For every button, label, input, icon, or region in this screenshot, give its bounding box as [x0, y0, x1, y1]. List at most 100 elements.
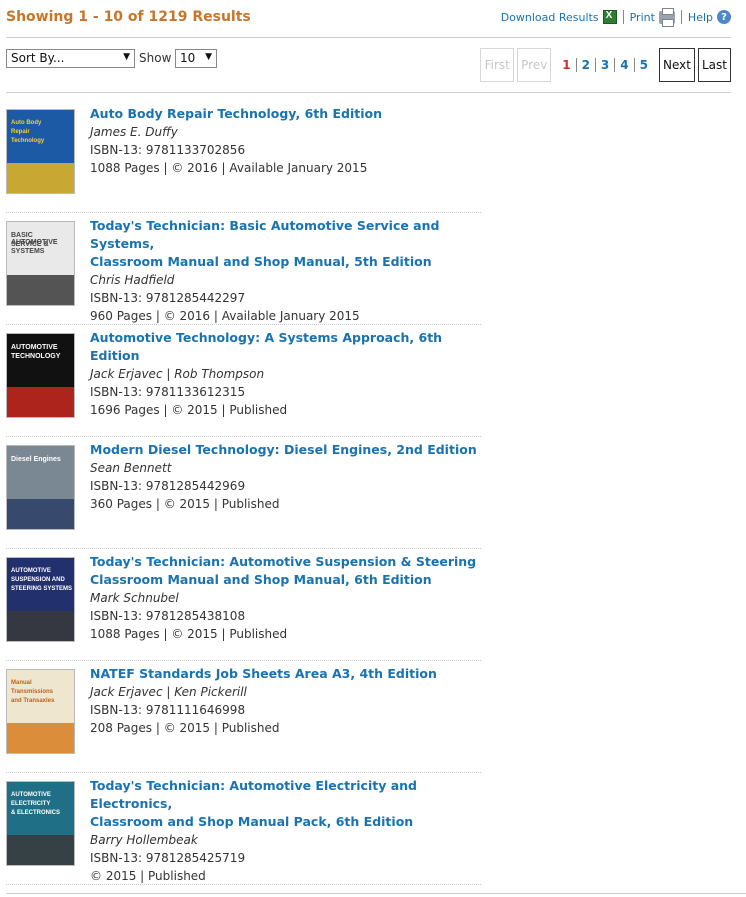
result-item: Manual Transmissions and Transaxles NATEF S… — [6, 661, 481, 773]
page-numbers: 1 2 3 4 5 — [557, 58, 653, 72]
book-title-link[interactable]: Today's Technician: Basic Automotive Ser… — [90, 217, 481, 271]
book-isbn: ISBN-13: 9781285442297 — [90, 291, 246, 305]
book-title-line: Modern Diesel Technology: Diesel Engines… — [90, 442, 477, 457]
book-title-link[interactable]: Automotive Technology: A Systems Approac… — [90, 329, 481, 365]
divider — [6, 893, 746, 894]
book-details: 360 Pages | © 2015 | Published — [90, 497, 280, 511]
book-isbn: ISBN-13: 9781111646998 — [90, 703, 246, 717]
cover-text: & ELECTRONICS — [11, 810, 61, 816]
book-title-line: Classroom and Shop Manual Pack, 6th Edit… — [90, 814, 414, 829]
book-title-line: Classroom Manual and Shop Manual, 6th Ed… — [90, 572, 432, 587]
chevron-down-icon: ▼ — [205, 52, 212, 62]
show-label: Show — [139, 51, 172, 65]
book-title-line: Auto Body Repair Technology, 6th Edition — [90, 106, 383, 121]
cover-band — [7, 611, 74, 641]
result-item: AUTOMOTIVE TECHNOLOGY Automotive Technolog… — [6, 325, 481, 437]
cover-text: Transmissions — [11, 689, 54, 695]
book-isbn: ISBN-13: 9781285438108 — [90, 609, 246, 623]
book-details: 1696 Pages | © 2015 | Published — [90, 403, 288, 417]
page-link-2[interactable]: 2 — [575, 58, 595, 72]
cover-text: TECHNOLOGY — [11, 353, 61, 360]
book-author: Jack Erjavec | Ken Pickerill — [90, 685, 247, 699]
book-cover-image[interactable]: Manual Transmissions and Transaxles — [6, 669, 75, 754]
cover-band — [7, 499, 74, 529]
result-item: BASIC AUTOMOTIVE SERVICE & SYSTEMS Today's… — [6, 213, 481, 325]
cover-text: AUTOMOTIVE — [11, 568, 51, 574]
book-isbn: ISBN-13: 9781133702856 — [90, 143, 246, 157]
prev-page-button[interactable]: Prev — [517, 48, 552, 82]
cover-text: Manual — [11, 680, 32, 686]
result-info: Modern Diesel Technology: Diesel Engines… — [90, 441, 481, 513]
cover-text: SUSPENSION AND — [11, 577, 65, 583]
book-details: © 2015 | Published — [90, 869, 206, 883]
cover-text: SERVICE & SYSTEMS — [11, 241, 49, 255]
page-link-3[interactable]: 3 — [594, 58, 614, 72]
help-link[interactable]: Help ? — [688, 10, 731, 24]
sort-by-select[interactable]: Sort By... ▼ — [6, 49, 135, 68]
result-item: Auto Body Repair Technology Auto Body Repai… — [6, 101, 481, 213]
book-title-line: Today's Technician: Automotive Electrici… — [90, 778, 418, 811]
result-item: Diesel Engines Modern Diesel Technology: … — [6, 437, 481, 549]
book-cover-image[interactable]: AUTOMOTIVE ELECTRICITY & ELECTRONICS — [6, 781, 75, 866]
help-label: Help — [687, 10, 713, 24]
page-link-4[interactable]: 4 — [614, 58, 633, 72]
cover-text: Technology — [11, 138, 45, 144]
printer-icon — [658, 7, 675, 27]
book-author: James E. Duffy — [90, 125, 178, 139]
next-page-button[interactable]: Next — [659, 48, 695, 82]
last-page-button[interactable]: Last — [698, 48, 731, 82]
result-info: Today's Technician: Automotive Electrici… — [90, 777, 481, 885]
book-title-line: Automotive Technology: A Systems Approac… — [90, 330, 443, 363]
book-cover-image[interactable]: BASIC AUTOMOTIVE SERVICE & SYSTEMS — [6, 221, 75, 306]
excel-icon — [602, 10, 617, 24]
print-link[interactable]: Print — [630, 7, 675, 27]
page-link-1[interactable]: 1 — [557, 58, 575, 72]
book-author: Mark Schnubel — [90, 591, 179, 605]
first-page-button[interactable]: First — [480, 48, 515, 82]
cover-text: and Transaxles — [11, 698, 55, 704]
download-results-link[interactable]: Download Results — [501, 10, 617, 24]
cover-text: Repair — [11, 129, 30, 135]
book-details: 1088 Pages | © 2016 | Available January … — [90, 161, 368, 175]
divider — [680, 10, 682, 24]
results-header: Showing 1 - 10 of 1219 Results Download … — [6, 0, 731, 38]
book-cover-image[interactable]: Auto Body Repair Technology — [6, 109, 75, 194]
book-title-link[interactable]: Auto Body Repair Technology, 6th Edition — [90, 105, 481, 123]
cover-band — [7, 275, 74, 305]
book-author: Chris Hadfield — [90, 273, 175, 287]
result-info: Today's Technician: Basic Automotive Ser… — [90, 217, 481, 325]
book-details: 1088 Pages | © 2015 | Published — [90, 627, 288, 641]
book-title-line: Today's Technician: Automotive Suspensio… — [90, 554, 477, 569]
cover-text: Auto Body — [11, 120, 42, 126]
book-author: Barry Hollembeak — [90, 833, 198, 847]
book-title-link[interactable]: Today's Technician: Automotive Suspensio… — [90, 553, 481, 589]
help-icon: ? — [717, 10, 731, 24]
result-info: Today's Technician: Automotive Suspensio… — [90, 553, 481, 643]
cover-text: STEERING SYSTEMS — [11, 586, 73, 592]
book-title-line: Classroom Manual and Shop Manual, 5th Ed… — [90, 254, 432, 269]
book-cover-image[interactable]: AUTOMOTIVE TECHNOLOGY — [6, 333, 75, 418]
chevron-down-icon: ▼ — [123, 52, 130, 62]
result-item: AUTOMOTIVE ELECTRICITY & ELECTRONICS Today'… — [6, 773, 481, 885]
cover-text: Diesel Engines — [11, 456, 61, 463]
header-actions: Download Results Print Help ? — [501, 7, 731, 27]
book-title-line: NATEF Standards Job Sheets Area A3, 4th … — [90, 666, 437, 681]
book-isbn: ISBN-13: 9781285425719 — [90, 851, 246, 865]
page-size-select[interactable]: 10 ▼ — [175, 49, 217, 68]
cover-band — [7, 723, 74, 753]
page-link-5[interactable]: 5 — [633, 58, 653, 72]
book-cover-image[interactable]: AUTOMOTIVE SUSPENSION AND STEERING SYSTEMS — [6, 557, 75, 642]
result-info: Auto Body Repair Technology, 6th Edition… — [90, 105, 481, 177]
cover-text: ELECTRICITY — [11, 801, 51, 807]
divider — [622, 10, 624, 24]
book-title-link[interactable]: NATEF Standards Job Sheets Area A3, 4th … — [90, 665, 481, 683]
results-count-title: Showing 1 - 10 of 1219 Results — [6, 9, 251, 25]
book-author: Jack Erjavec | Rob Thompson — [90, 367, 265, 381]
book-cover-image[interactable]: Diesel Engines — [6, 445, 75, 530]
book-isbn: ISBN-13: 9781133612315 — [90, 385, 246, 399]
book-title-link[interactable]: Modern Diesel Technology: Diesel Engines… — [90, 441, 481, 459]
cover-band — [7, 387, 74, 417]
page-size-value: 10 — [180, 51, 196, 65]
cover-text: AUTOMOTIVE — [11, 344, 58, 351]
book-title-link[interactable]: Today's Technician: Automotive Electrici… — [90, 777, 481, 831]
